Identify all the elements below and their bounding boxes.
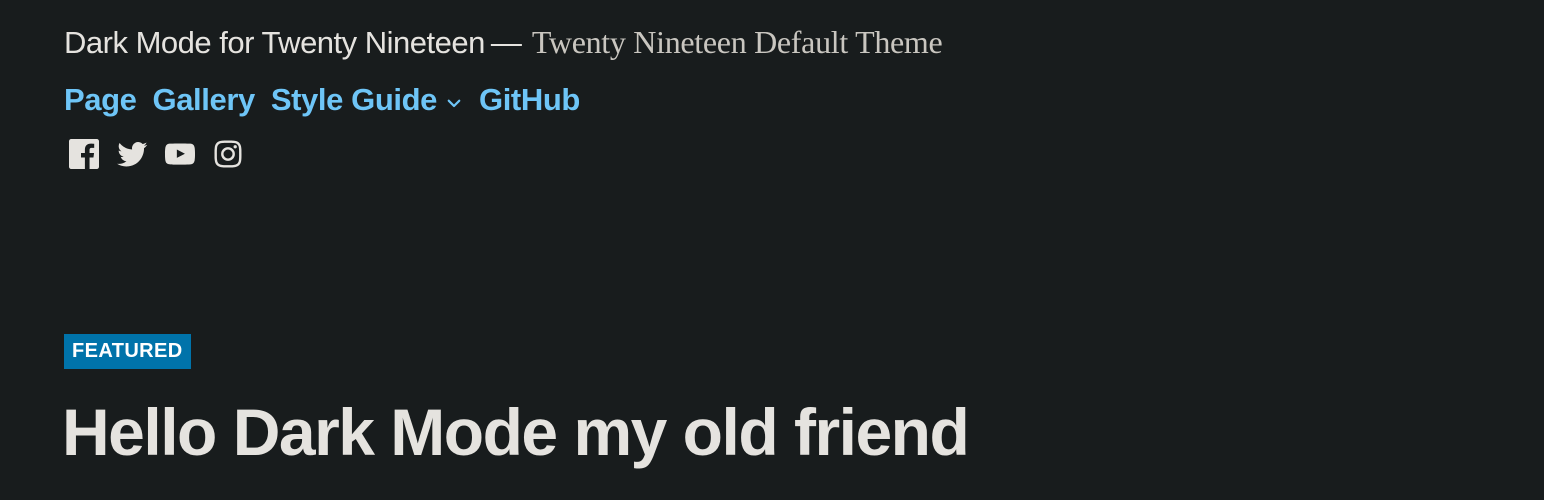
main-navigation: Page Gallery Style Guide GitHub <box>64 80 1464 120</box>
featured-badge: FEATURED <box>64 334 191 369</box>
nav-link-github[interactable]: GitHub <box>479 82 580 118</box>
site-branding: Dark Mode for Twenty Nineteen — Twenty N… <box>64 24 1464 70</box>
nav-link-style-guide[interactable]: Style Guide <box>271 82 438 118</box>
site-tagline: Twenty Nineteen Default Theme <box>531 24 943 60</box>
instagram-icon <box>210 136 246 177</box>
site-title-link[interactable]: Dark Mode for Twenty Nineteen <box>64 25 485 61</box>
nav-item-github: GitHub <box>479 82 580 118</box>
nav-item-page: Page <box>64 82 137 118</box>
twitter-icon <box>114 136 150 177</box>
youtube-icon <box>162 136 198 177</box>
facebook-icon <box>66 136 102 177</box>
post-title-link[interactable]: Hello Dark Mode my old friend <box>62 395 970 469</box>
nav-item-gallery: Gallery <box>153 82 256 118</box>
site-header: Dark Mode for Twenty Nineteen — Twenty N… <box>64 24 1464 176</box>
nav-link-gallery[interactable]: Gallery <box>153 82 256 118</box>
twitter-link[interactable] <box>112 136 152 176</box>
nav-link-page[interactable]: Page <box>64 82 137 118</box>
instagram-link[interactable] <box>208 136 248 176</box>
youtube-link[interactable] <box>160 136 200 176</box>
facebook-link[interactable] <box>64 136 104 176</box>
nav-item-style-guide: Style Guide <box>271 82 463 118</box>
title-separator: — <box>490 25 522 60</box>
chevron-down-icon[interactable] <box>445 94 463 112</box>
social-navigation <box>64 136 1464 176</box>
post-title[interactable]: Hello Dark Mode my old friend <box>62 395 970 469</box>
